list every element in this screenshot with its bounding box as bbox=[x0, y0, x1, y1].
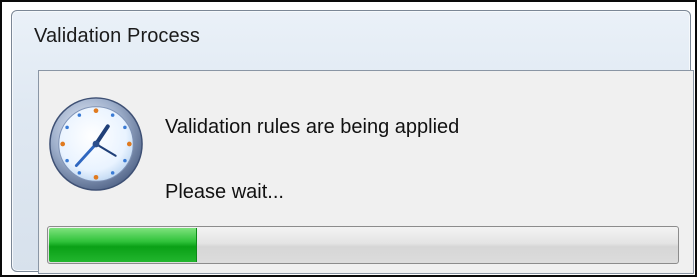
screenshot-frame: Validation Process Validation rules are … bbox=[0, 0, 697, 277]
dialog-content: Validation rules are being applied Pleas… bbox=[38, 70, 694, 274]
validation-dialog: Validation Process Validation rules are … bbox=[11, 10, 694, 274]
progress-bar-fill bbox=[49, 228, 197, 262]
dialog-title: Validation Process bbox=[34, 25, 200, 47]
status-message: Validation rules are being applied bbox=[165, 116, 460, 138]
progress-bar bbox=[47, 226, 679, 264]
wait-message: Please wait... bbox=[165, 181, 284, 203]
clock-icon bbox=[49, 97, 143, 191]
